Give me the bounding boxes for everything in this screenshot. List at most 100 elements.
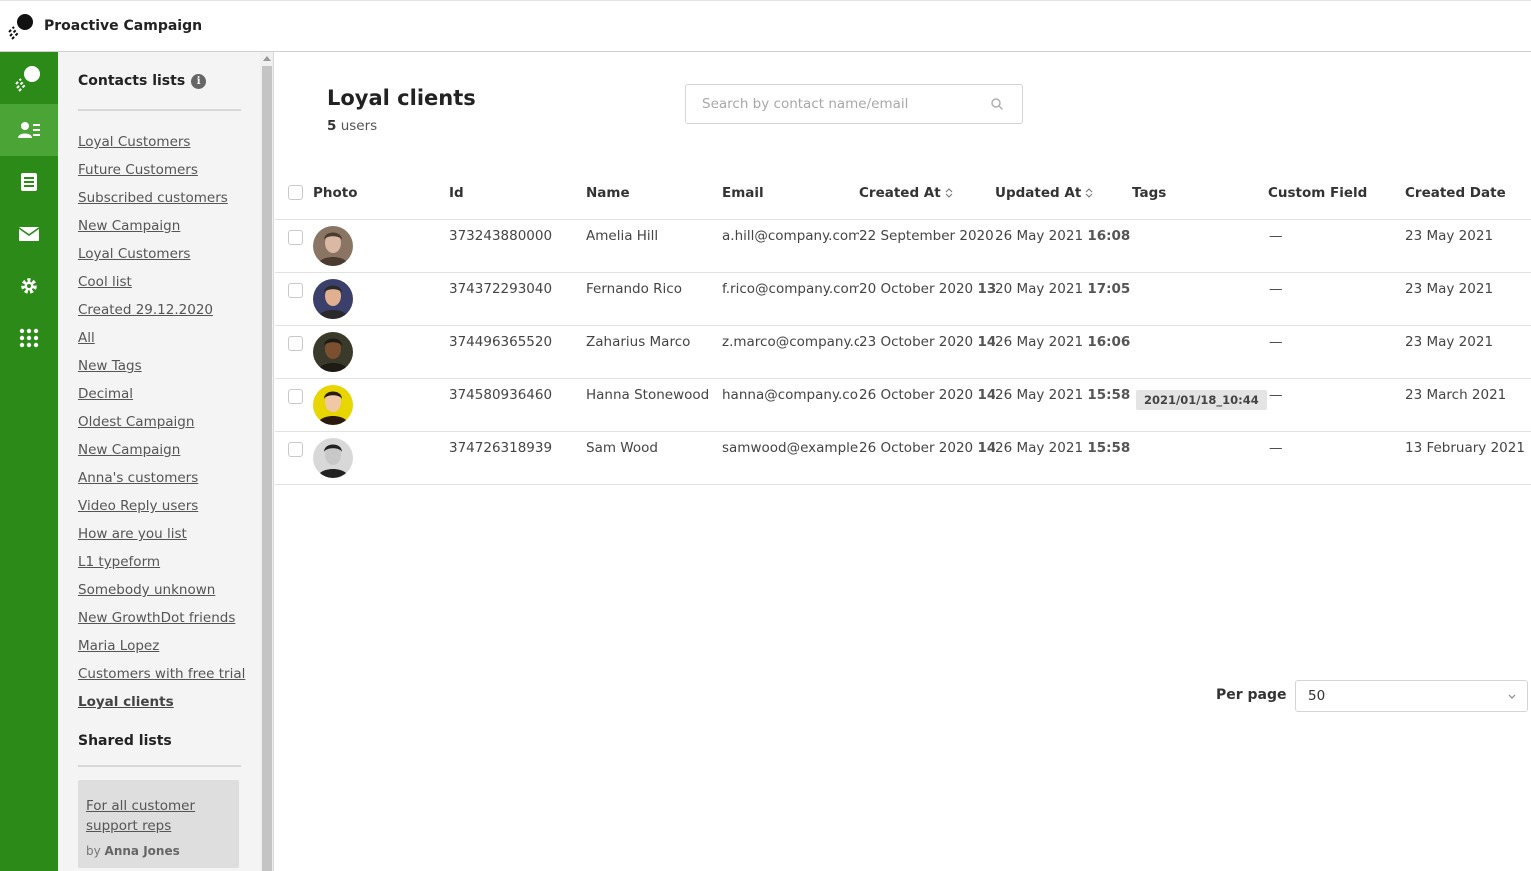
contact-list-link[interactable]: New Tags [78, 358, 142, 374]
col-created-at-label: Created At [859, 184, 941, 201]
table-row[interactable]: 374372293040 Fernando Rico f.rico@company.… [275, 272, 1531, 326]
search-input[interactable] [686, 85, 976, 123]
contact-list-link[interactable]: How are you list [78, 526, 187, 542]
contact-list-link[interactable]: Decimal [78, 386, 133, 402]
search-icon[interactable] [990, 97, 1004, 111]
created-at-time: 14 [977, 386, 995, 403]
sidebar-scrollbar[interactable] [260, 52, 274, 871]
rail-campaign[interactable] [0, 52, 58, 104]
contact-list-link[interactable]: Maria Lopez [78, 638, 159, 654]
table-row[interactable]: 374496365520 Zaharius Marco z.marco@compan… [275, 325, 1531, 379]
col-id: Id [449, 167, 586, 220]
contacts-table: Photo Id Name Email Created At Updated A… [275, 167, 1531, 485]
custom-field-cell: — [1268, 272, 1405, 326]
shared-list-link[interactable]: For all customer support reps [86, 796, 231, 836]
divider [78, 109, 241, 111]
contact-list-link[interactable]: Future Customers [78, 162, 198, 178]
contact-list-link[interactable]: Somebody unknown [78, 582, 215, 598]
contact-list-link[interactable]: New Campaign [78, 218, 180, 234]
app-logo-icon[interactable] [8, 12, 36, 40]
created-at-date: 22 September 2020 [859, 227, 994, 244]
custom-field-value: — [1269, 280, 1283, 297]
created-at-date: 23 October 2020 [859, 333, 974, 350]
updated-at-date: 26 May 2021 [995, 386, 1084, 403]
list-item: Video Reply users [78, 496, 245, 524]
contact-list-link[interactable]: Anna's customers [78, 470, 198, 486]
select-all-checkbox[interactable] [288, 185, 303, 201]
rail-settings[interactable] [0, 260, 58, 312]
user-count-label: users [340, 118, 378, 134]
row-select-cell [275, 325, 313, 379]
col-updated-at-label: Updated At [995, 184, 1082, 201]
created-at-cell: 26 October 2020 14 [859, 378, 995, 432]
avatar [313, 278, 353, 319]
chevron-down-icon [1508, 694, 1516, 699]
row-checkbox[interactable] [288, 229, 303, 245]
scroll-thumb[interactable] [262, 66, 272, 871]
contact-list-link[interactable]: Loyal Customers [78, 134, 190, 150]
col-photo: Photo [313, 167, 449, 220]
contact-list-link[interactable]: Oldest Campaign [78, 414, 194, 430]
photo-cell [313, 378, 449, 432]
updated-at-time: 15:58 [1087, 386, 1131, 403]
id-cell: 374496365520 [449, 325, 586, 379]
col-tags: Tags [1132, 167, 1268, 220]
list-item: All [78, 328, 245, 356]
table-row[interactable]: 374726318939Sam Woodsamwood@example.com2… [275, 431, 1531, 485]
sort-icon[interactable] [945, 187, 953, 199]
list-item: Oldest Campaign [78, 412, 245, 440]
row-select-cell [275, 431, 313, 485]
main-content: Loyal clients 5 users Photo Id Name Emai… [275, 52, 1531, 871]
contact-list-link[interactable]: Loyal Customers [78, 246, 190, 262]
row-checkbox[interactable] [288, 388, 303, 404]
row-checkbox[interactable] [288, 441, 303, 457]
per-page-select[interactable]: 50 [1295, 680, 1528, 712]
id-cell: 374372293040 [449, 272, 586, 326]
name-cell: Zaharius Marco [586, 325, 722, 379]
created-at-time: 14 [977, 439, 995, 456]
contacts-lists-heading: Contacts lists i [78, 73, 207, 89]
table-row[interactable]: 374580936460 Hanna Stonewood hanna@company… [275, 378, 1531, 432]
list-item: Somebody unknown [78, 580, 245, 608]
avatar [313, 225, 353, 266]
updated-at-date: 20 May 2021 [995, 280, 1084, 297]
created-date-cell: 23 May 2021 [1405, 219, 1531, 273]
created-at-date: 20 October 2020 [859, 280, 974, 297]
contact-list-link[interactable]: New GrowthDot friends [78, 610, 235, 626]
per-page-label: Per page [1216, 687, 1287, 703]
custom-field-cell: — [1268, 378, 1405, 432]
list-item: Decimal [78, 384, 245, 412]
scroll-up-arrow-icon[interactable] [263, 56, 271, 61]
list-item: Loyal Customers [78, 244, 245, 272]
list-item: New GrowthDot friends [78, 608, 245, 636]
contact-list-link[interactable]: All [78, 330, 95, 346]
user-count-number: 5 [327, 118, 337, 134]
rail-apps[interactable] [0, 312, 58, 364]
info-icon[interactable]: i [191, 73, 207, 89]
updated-at-time: 15:58 [1087, 439, 1131, 456]
contact-list-link[interactable]: L1 typeform [78, 554, 160, 570]
contact-list-link[interactable]: Created 29.12.2020 [78, 302, 213, 318]
page-title: Loyal clients [327, 86, 476, 110]
row-checkbox[interactable] [288, 282, 303, 298]
created-at-time: 14 [977, 333, 995, 350]
name-cell: Fernando Rico [586, 272, 722, 326]
rail-lists[interactable] [0, 156, 58, 208]
sort-icon[interactable] [1085, 187, 1093, 199]
shared-list-card[interactable]: For all customer support reps by Anna Jo… [78, 780, 239, 868]
created-at-cell: 26 October 2020 14 [859, 431, 995, 485]
col-updated-at[interactable]: Updated At [995, 167, 1132, 220]
contact-list-link[interactable]: Customers with free trial [78, 666, 245, 682]
contact-list-link[interactable]: Subscribed customers [78, 190, 228, 206]
row-checkbox[interactable] [288, 335, 303, 351]
contact-list-link[interactable]: New Campaign [78, 442, 180, 458]
contact-list-link[interactable]: Loyal clients [78, 694, 174, 710]
rail-contacts[interactable] [0, 104, 58, 156]
tag-badge[interactable]: 2021/01/18_10:44 [1136, 389, 1267, 410]
rail-mail[interactable] [0, 208, 58, 260]
contact-list-link[interactable]: Video Reply users [78, 498, 198, 514]
col-created-at[interactable]: Created At [859, 167, 995, 220]
contact-list-link[interactable]: Cool list [78, 274, 132, 290]
photo-cell [313, 431, 449, 485]
table-row[interactable]: 373243880000 Amelia Hill a.hill@company.co… [275, 219, 1531, 273]
